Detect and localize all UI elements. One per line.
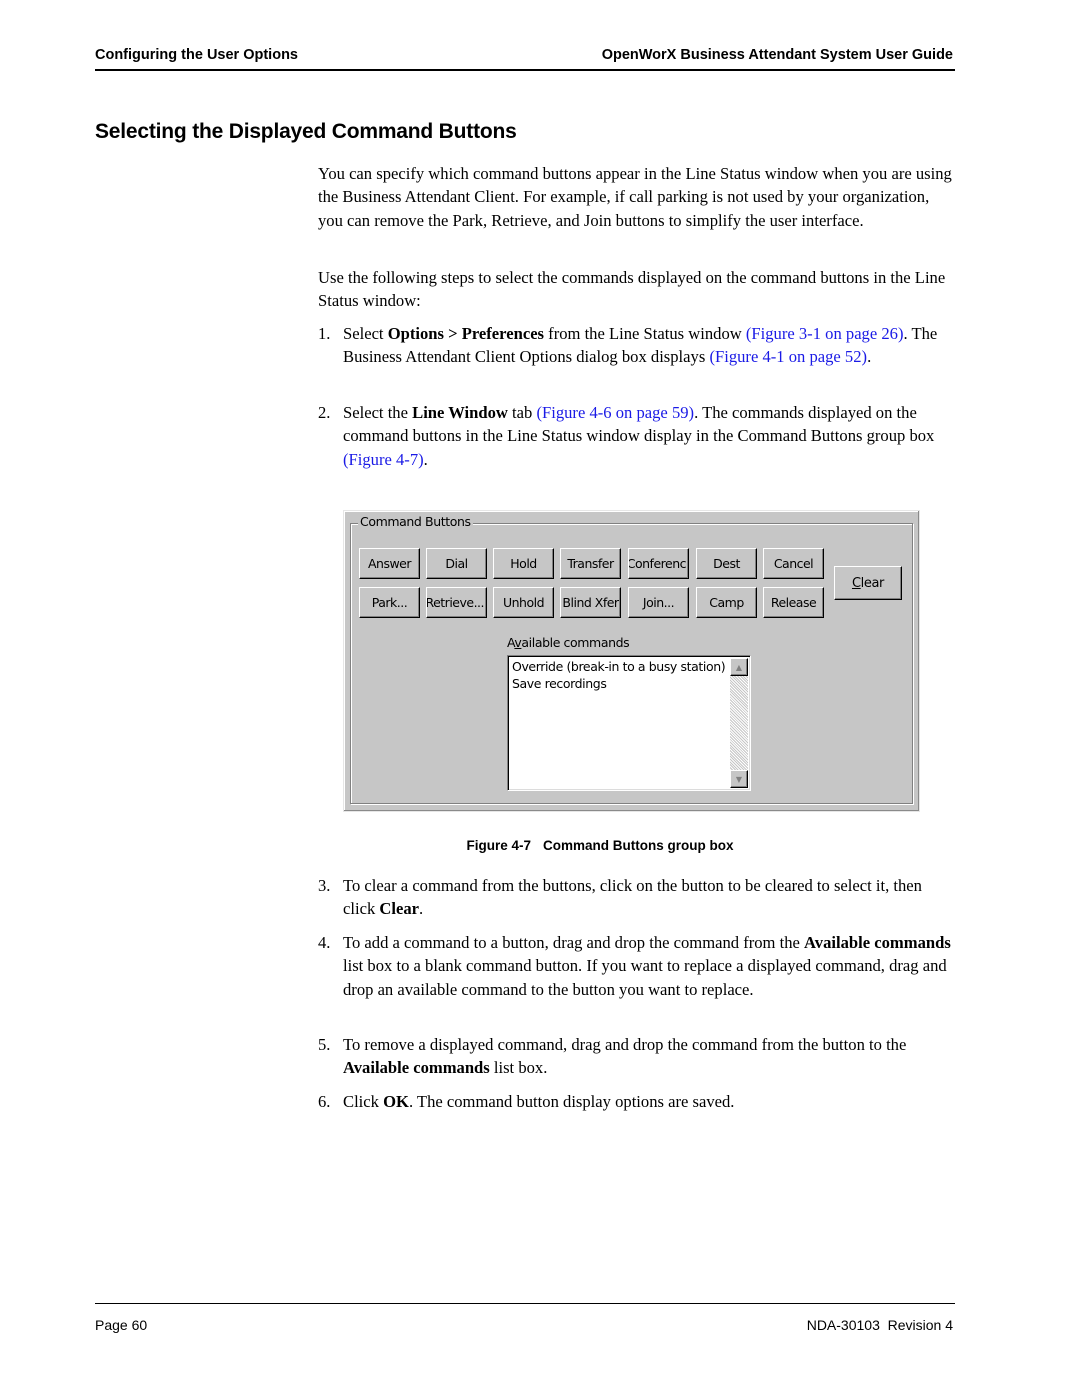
step-4: 4. To add a command to a button, drag an… xyxy=(318,931,954,1001)
link-figure-4-6[interactable]: (Figure 4-6 on page 59) xyxy=(536,403,694,422)
step-text: To clear a command from the buttons, cli… xyxy=(343,874,954,921)
text-run: To clear a command from the buttons, cli… xyxy=(343,876,922,919)
command-button-blind-xfer[interactable]: Blind Xfer xyxy=(560,587,621,618)
text-run: list box to a blank command button. If y… xyxy=(343,956,947,999)
menu-path-options-preferences: Options > Preferences xyxy=(387,324,545,343)
step-number: 5. xyxy=(318,1035,331,1054)
available-commands-label: Available commands xyxy=(507,635,630,650)
step-number: 3. xyxy=(318,876,331,895)
header-book-title: OpenWorX Business Attendant System User … xyxy=(601,47,953,63)
ui-term-available-commands: Available commands xyxy=(804,933,951,952)
step-2: 2. Select the Line Window tab (Figure 4-… xyxy=(318,401,954,471)
command-button-join[interactable]: Join... xyxy=(628,587,689,618)
page-number: Page 60 xyxy=(95,1317,148,1333)
intro-paragraph-1: You can specify which command buttons ap… xyxy=(318,164,952,230)
command-button-dest[interactable]: Dest xyxy=(696,548,757,579)
scroll-up-arrow-icon[interactable]: ▲ xyxy=(730,658,748,676)
text-run: Select the xyxy=(343,403,413,422)
command-button-park[interactable]: Park... xyxy=(359,587,420,618)
figure-caption: Figure 4-7 Command Buttons group box xyxy=(0,838,1080,853)
step-text: To remove a displayed command, drag and … xyxy=(343,1033,954,1080)
running-header: Configuring the User Options OpenWorX Bu… xyxy=(95,47,955,71)
step-number: 2. xyxy=(318,403,331,422)
listbox-scrollbar[interactable]: ▲ ▼ xyxy=(730,658,748,788)
text-run: from the Line Status window xyxy=(544,324,746,343)
step-number: 6. xyxy=(318,1092,331,1111)
step-text: To add a command to a button, drag and d… xyxy=(343,931,954,1001)
command-button-release[interactable]: Release xyxy=(763,587,824,618)
list-item-save-recordings[interactable]: Save recordings xyxy=(512,675,728,692)
header-section-name: Configuring the User Options xyxy=(95,47,298,63)
text-run: list box. xyxy=(489,1058,548,1078)
page-footer: Page 60 NDA-30103 Revision 4 xyxy=(95,1303,955,1333)
text-run: To remove a displayed command, drag and … xyxy=(343,1035,907,1054)
listbox-items: Override (break-in to a busy station) Sa… xyxy=(512,658,728,692)
section-title: Selecting the Displayed Command Buttons xyxy=(95,120,517,143)
step-1: 1. Select Options > Preferences from the… xyxy=(318,322,954,369)
step-text: Click OK. The command button display opt… xyxy=(343,1090,954,1113)
step-number: 4. xyxy=(318,933,331,952)
command-button-conference[interactable]: Conferenc xyxy=(628,548,689,579)
command-button-hold[interactable]: Hold xyxy=(493,548,554,579)
text-run: tab xyxy=(507,403,537,422)
figure-caption-text: Command Buttons group box xyxy=(543,838,734,853)
ui-term-ok: OK xyxy=(383,1092,409,1111)
command-button-cancel[interactable]: Cancel xyxy=(763,548,824,579)
text-run: Click xyxy=(343,1092,384,1111)
label-part: ailable commands xyxy=(521,635,630,650)
step-text: Select Options > Preferences from the Li… xyxy=(343,322,954,369)
clear-button[interactable]: Clear xyxy=(834,566,902,600)
command-button-camp[interactable]: Camp xyxy=(696,587,757,618)
group-box-label: Command Buttons xyxy=(358,514,473,529)
ui-term-available-commands: Available commands xyxy=(343,1058,490,1078)
command-button-dial[interactable]: Dial xyxy=(426,548,487,579)
link-figure-4-1[interactable]: (Figure 4-1 on page 52) xyxy=(709,347,867,366)
text-run: . The command button display options are… xyxy=(408,1092,735,1111)
document-revision: NDA-30103 Revision 4 xyxy=(806,1317,953,1333)
command-button-transfer[interactable]: Transfer xyxy=(560,548,621,579)
text-run: . xyxy=(423,449,428,469)
link-figure-3-1[interactable]: (Figure 3-1 on page 26) xyxy=(746,324,904,343)
step-number: 1. xyxy=(318,324,331,343)
step-text: Select the Line Window tab (Figure 4-6 o… xyxy=(343,401,954,471)
link-figure-4-7[interactable]: (Figure 4-7) xyxy=(343,450,424,469)
command-button-retrieve[interactable]: Retrieve... xyxy=(426,587,487,618)
step-6: 6. Click OK. The command button display … xyxy=(318,1090,954,1113)
text-run: . xyxy=(419,899,424,919)
clear-button-label: lear xyxy=(860,575,885,591)
text-run: . xyxy=(867,347,872,367)
tab-name-line-window: Line Window xyxy=(412,403,508,422)
figure-number: Figure 4-7 xyxy=(466,838,532,853)
intro-paragraph-2: Use the following steps to select the co… xyxy=(318,268,946,311)
step-3: 3. To clear a command from the buttons, … xyxy=(318,874,954,921)
command-button-unhold[interactable]: Unhold xyxy=(493,587,554,618)
text-run: To add a command to a button, drag and d… xyxy=(343,933,805,952)
command-button-answer[interactable]: Answer xyxy=(359,548,420,579)
clear-button-accelerator: C xyxy=(851,575,861,591)
text-run: Select xyxy=(343,324,388,343)
scroll-down-arrow-icon[interactable]: ▼ xyxy=(730,770,748,788)
available-commands-listbox[interactable]: Override (break-in to a busy station) Sa… xyxy=(507,655,751,791)
command-buttons-figure: Command Buttons Answer Dial Hold Transfe… xyxy=(343,510,920,812)
step-5: 5. To remove a displayed command, drag a… xyxy=(318,1033,954,1080)
ui-term-clear: Clear xyxy=(379,899,420,919)
list-item-override[interactable]: Override (break-in to a busy station) xyxy=(512,658,728,675)
